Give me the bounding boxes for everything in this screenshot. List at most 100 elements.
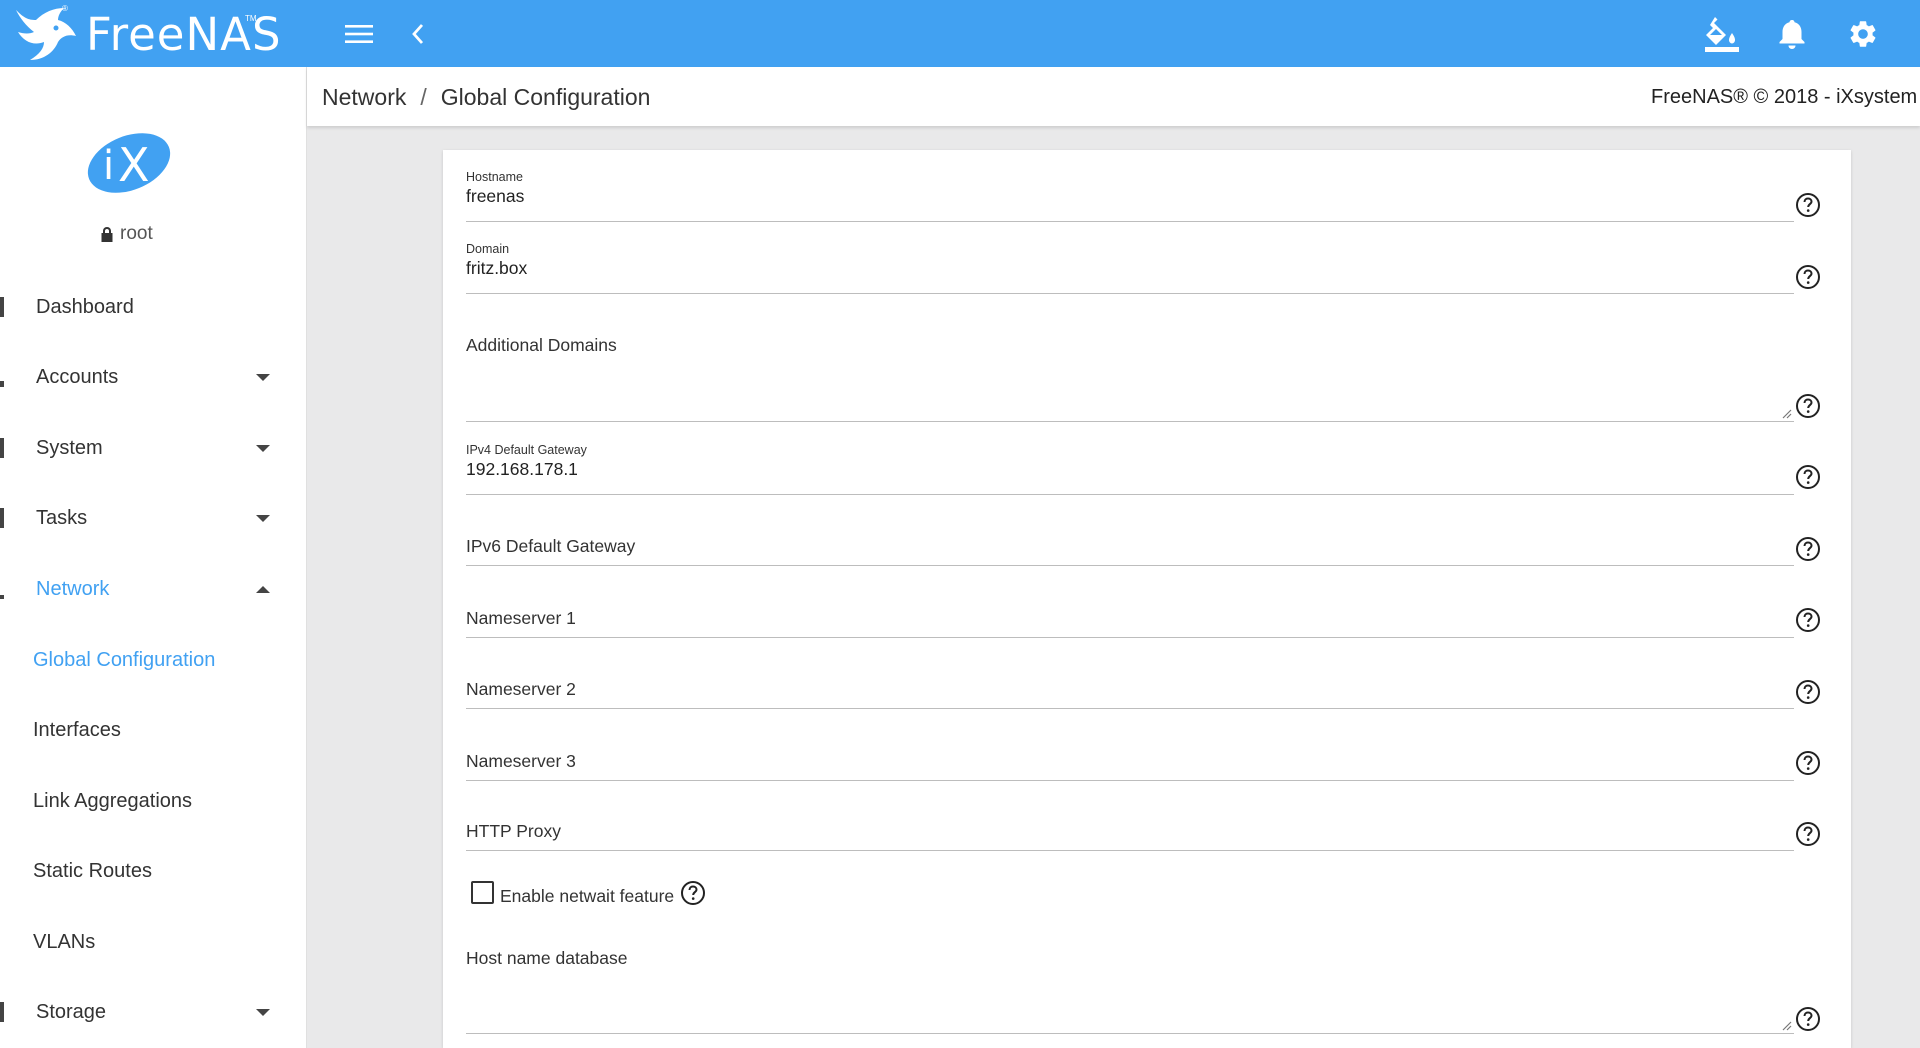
sidebar-item-label: Dashboard bbox=[36, 295, 134, 318]
sidebar-subitem-vlans[interactable]: VLANs bbox=[0, 912, 306, 972]
nameserver3-field[interactable]: Nameserver 3 bbox=[466, 751, 1794, 781]
tasks-icon bbox=[0, 508, 4, 528]
additional-domains-underline bbox=[466, 421, 1794, 422]
http-proxy-label: HTTP Proxy bbox=[466, 821, 561, 841]
netwait-label[interactable]: Enable netwait feature bbox=[500, 886, 674, 907]
global-configuration-form: Hostname freenas Domain fritz.box Additi… bbox=[443, 150, 1851, 1048]
chevron-up-icon bbox=[256, 585, 270, 593]
collapse-sidebar-button[interactable] bbox=[398, 14, 438, 54]
sidebar-subitem-global-configuration[interactable]: Global Configuration bbox=[0, 630, 306, 690]
help-icon[interactable] bbox=[680, 880, 706, 906]
system-icon bbox=[0, 438, 4, 458]
nameserver3-underline bbox=[466, 780, 1794, 781]
breadcrumb-bar: Network / Global Configuration FreeNAS® … bbox=[307, 67, 1920, 126]
copyright-text: FreeNAS® © 2018 - iXsystem bbox=[1651, 86, 1918, 108]
shark-logo-icon bbox=[16, 8, 76, 60]
ipv4-gateway-underline bbox=[466, 494, 1794, 495]
network-icon bbox=[0, 595, 4, 599]
help-icon[interactable] bbox=[1795, 607, 1821, 633]
breadcrumb-network[interactable]: Network bbox=[322, 84, 406, 111]
help-icon[interactable] bbox=[1795, 192, 1821, 218]
help-icon[interactable] bbox=[1795, 1006, 1821, 1032]
paint-bucket-icon bbox=[1705, 17, 1739, 52]
notifications-button[interactable] bbox=[1772, 14, 1812, 54]
lock-icon bbox=[101, 226, 113, 242]
nameserver2-field[interactable]: Nameserver 2 bbox=[466, 679, 1794, 709]
help-icon[interactable] bbox=[1795, 750, 1821, 776]
sidebar-subitem-label: Interfaces bbox=[33, 718, 121, 741]
accounts-icon bbox=[0, 381, 4, 387]
help-icon[interactable] bbox=[1795, 264, 1821, 290]
user-info: root bbox=[100, 223, 153, 245]
help-icon[interactable] bbox=[1795, 821, 1821, 847]
dashboard-icon bbox=[0, 297, 4, 317]
sidebar-subitem-label: Static Routes bbox=[33, 859, 152, 882]
hostname-label: Hostname bbox=[466, 170, 523, 184]
host-db-label: Host name database bbox=[466, 948, 628, 968]
help-icon[interactable] bbox=[1795, 536, 1821, 562]
ipv4-gateway-input[interactable]: 192.168.178.1 bbox=[466, 459, 578, 480]
chevron-down-icon bbox=[256, 373, 270, 381]
sidebar-subitem-link-aggregations[interactable]: Link Aggregations bbox=[0, 771, 306, 831]
sidebar-item-label: Storage bbox=[36, 1000, 107, 1023]
registered-mark: ® bbox=[62, 4, 68, 13]
help-icon[interactable] bbox=[1795, 679, 1821, 705]
sidebar-subitem-interfaces[interactable]: Interfaces bbox=[0, 700, 306, 760]
chevron-down-icon bbox=[256, 1008, 270, 1016]
hostname-field[interactable]: Hostname freenas bbox=[466, 170, 1794, 222]
chevron-left-icon bbox=[412, 24, 424, 44]
additional-domains-field[interactable]: Additional Domains bbox=[466, 335, 1794, 422]
sidebar-item-system[interactable]: System bbox=[0, 418, 306, 478]
domain-label: Domain bbox=[466, 242, 510, 256]
domain-input[interactable]: fritz.box bbox=[466, 258, 527, 279]
ipv6-gateway-underline bbox=[466, 565, 1794, 566]
sidebar-subitem-label: VLANs bbox=[33, 930, 96, 953]
sidebar-subitem-label: Global Configuration bbox=[33, 648, 216, 671]
http-proxy-field[interactable]: HTTP Proxy bbox=[466, 821, 1794, 851]
sidebar-item-storage[interactable]: Storage bbox=[0, 982, 306, 1042]
sidebar-subitem-label: Link Aggregations bbox=[33, 789, 193, 812]
breadcrumb: Network / Global Configuration bbox=[322, 84, 650, 111]
host-db-underline bbox=[466, 1033, 1794, 1034]
host-db-field[interactable]: Host name database bbox=[466, 948, 1794, 1034]
chevron-down-icon bbox=[256, 444, 270, 452]
help-icon[interactable] bbox=[1795, 464, 1821, 490]
netwait-row: Enable netwait feature bbox=[471, 878, 706, 907]
page-title: Global Configuration bbox=[440, 84, 651, 110]
help-icon[interactable] bbox=[1795, 393, 1821, 419]
domain-field[interactable]: Domain fritz.box bbox=[466, 242, 1794, 294]
sidebar-item-label: Tasks bbox=[36, 506, 88, 529]
nameserver1-underline bbox=[466, 637, 1794, 638]
ipv6-gateway-field[interactable]: IPv6 Default Gateway bbox=[466, 536, 1794, 566]
sidebar-item-tasks[interactable]: Tasks bbox=[0, 488, 306, 548]
nameserver3-label: Nameserver 3 bbox=[466, 751, 576, 771]
nameserver1-field[interactable]: Nameserver 1 bbox=[466, 608, 1794, 638]
bell-icon bbox=[1779, 20, 1805, 49]
nameserver2-underline bbox=[466, 708, 1794, 709]
settings-button[interactable] bbox=[1843, 14, 1883, 54]
ix-logo-icon: i X bbox=[87, 133, 171, 193]
sidebar-item-label: Accounts bbox=[36, 365, 119, 388]
nameserver2-label: Nameserver 2 bbox=[466, 679, 576, 699]
additional-domains-label: Additional Domains bbox=[466, 335, 617, 355]
sidebar-item-accounts[interactable]: Accounts bbox=[0, 347, 306, 407]
freenas-logo[interactable]: ® FreeNAS TM bbox=[0, 0, 307, 67]
resize-handle-icon[interactable] bbox=[1780, 1019, 1792, 1031]
sidebar-item-label: System bbox=[36, 436, 103, 459]
theme-button[interactable] bbox=[1702, 14, 1742, 54]
netwait-checkbox[interactable] bbox=[471, 881, 494, 904]
chevron-down-icon bbox=[256, 514, 270, 522]
hostname-input[interactable]: freenas bbox=[466, 186, 524, 207]
gear-icon bbox=[1850, 21, 1876, 47]
sidebar-item-network[interactable]: Network bbox=[0, 559, 306, 619]
resize-handle-icon[interactable] bbox=[1780, 407, 1792, 419]
breadcrumb-separator: / bbox=[420, 84, 427, 110]
menu-button[interactable] bbox=[339, 14, 379, 54]
storage-icon bbox=[0, 1002, 4, 1022]
sidebar-subitem-static-routes[interactable]: Static Routes bbox=[0, 841, 306, 901]
hostname-underline bbox=[466, 221, 1794, 222]
menu-icon bbox=[345, 25, 373, 43]
ipv4-gateway-field[interactable]: IPv4 Default Gateway 192.168.178.1 bbox=[466, 443, 1794, 495]
http-proxy-underline bbox=[466, 850, 1794, 851]
sidebar-item-dashboard[interactable]: Dashboard bbox=[0, 277, 306, 337]
